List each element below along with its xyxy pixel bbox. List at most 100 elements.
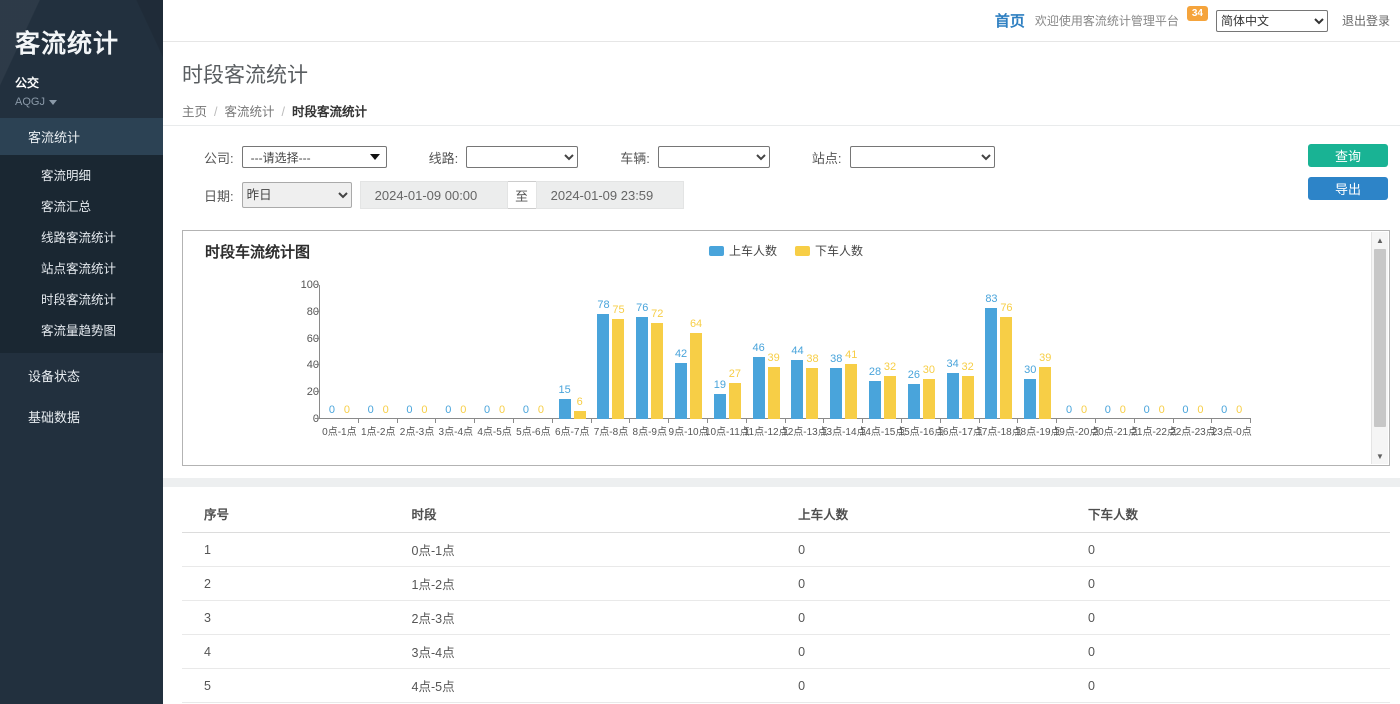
y-tick-mark [315,364,319,365]
bar-wrap: 78 [597,285,609,419]
x-category-label: 7点-8点 [594,423,628,438]
bar-wrap: 41 [845,285,857,419]
company-select[interactable]: ---请选择--- [242,146,387,168]
bar-value-label: 30 [1024,364,1036,376]
breadcrumb-item-0[interactable]: 主页 [182,105,207,119]
下车人数-bar[interactable] [651,323,663,419]
上车人数-bar[interactable] [597,314,609,419]
下车人数-bar[interactable] [923,379,935,419]
下车人数-bar[interactable] [845,364,857,419]
bar-group: 004点-5点 [475,285,514,419]
filter-chart-panel: 公司: ---请选择--- 线路: 车辆: 站点: 日期: 昨日 [163,126,1400,478]
bar-value-label: 44 [791,345,803,357]
table-cell: 2 [182,567,412,601]
export-button[interactable]: 导出 [1308,177,1388,200]
x-tick-mark [591,419,592,423]
上车人数-bar[interactable] [791,360,803,419]
bar-group: 003点-4点 [436,285,475,419]
filter-row-1: 公司: ---请选择--- 线路: 车辆: 站点: [204,144,1400,170]
上车人数-bar[interactable] [869,381,881,419]
y-tick-label: 100 [285,279,319,291]
language-select[interactable]: 简体中文 [1216,10,1328,32]
bar-value-label: 32 [962,361,974,373]
welcome-text: 欢迎使用客流统计管理平台 [1035,12,1179,29]
bar-value-label: 78 [597,299,609,311]
x-category-label: 2点-3点 [400,423,434,438]
breadcrumb-separator: / [282,105,285,119]
home-link[interactable]: 首页 [995,10,1025,31]
query-button[interactable]: 查询 [1308,144,1388,167]
org-code-dropdown[interactable]: AQGJ [15,96,163,108]
下车人数-bar[interactable] [884,376,896,419]
上车人数-bar[interactable] [559,399,571,419]
scrollbar-thumb[interactable] [1374,249,1386,427]
上车人数-bar[interactable] [947,373,959,419]
chart-scrollbar[interactable]: ▲ ▼ [1371,232,1388,464]
scroll-down-icon[interactable]: ▼ [1372,448,1388,464]
bar-value-label: 75 [612,304,624,316]
bar-wrap: 38 [830,285,842,419]
page-header: 时段客流统计 主页/客流统计/时段客流统计 [163,42,1400,126]
sidebar-item-2[interactable]: 线路客流统计 [0,221,163,252]
logout-link[interactable]: 退出登录 [1342,12,1390,29]
上车人数-bar[interactable] [675,363,687,419]
上车人数-bar[interactable] [1024,379,1036,419]
chart-title: 时段车流统计图 [205,241,310,262]
line-select[interactable] [466,146,578,168]
sidebar: 客流统计 公交 AQGJ 客流统计客流明细客流汇总线路客流统计站点客流统计时段客… [0,0,163,704]
station-select[interactable] [850,146,995,168]
sidebar-section-2[interactable]: 基础数据 [0,398,163,435]
vehicle-select[interactable] [658,146,770,168]
legend-label: 上车人数 [729,242,777,259]
上车人数-bar[interactable] [908,384,920,419]
bar-value-label: 0 [1159,404,1165,416]
上车人数-bar[interactable] [830,368,842,419]
sidebar-item-4[interactable]: 时段客流统计 [0,283,163,314]
sidebar-item-0[interactable]: 客流明细 [0,159,163,190]
scroll-up-icon[interactable]: ▲ [1372,232,1388,248]
下车人数-bar[interactable] [962,376,974,419]
x-category-label: 5点-6点 [516,423,550,438]
上车人数-bar[interactable] [714,394,726,419]
上车人数-bar[interactable] [636,317,648,419]
breadcrumb-item-1[interactable]: 客流统计 [225,105,275,119]
bar-value-label: 27 [729,368,741,380]
org-name: 公交 [15,74,163,91]
上车人数-bar[interactable] [985,308,997,419]
notification-badge[interactable]: 34 [1187,6,1208,21]
date-start-input[interactable] [360,181,508,209]
bar-value-label: 72 [651,308,663,320]
bar-group: 005点-6点 [514,285,553,419]
date-end-input[interactable] [536,181,684,209]
x-category-label: 3点-4点 [439,423,473,438]
sidebar-item-1[interactable]: 客流汇总 [0,190,163,221]
legend-item-0[interactable]: 上车人数 [709,242,777,259]
下车人数-bar[interactable] [768,367,780,419]
bar-wrap: 0 [1179,285,1191,419]
下车人数-bar[interactable] [1039,367,1051,419]
bar-wrap: 30 [1024,285,1036,419]
date-preset-select[interactable]: 昨日 [242,182,352,208]
下车人数-bar[interactable] [574,411,586,419]
bar-wrap: 30 [923,285,935,419]
bar-value-label: 0 [1066,404,1072,416]
下车人数-bar[interactable] [1000,317,1012,419]
bar-wrap: 34 [947,285,959,419]
x-tick-mark [397,419,398,423]
下车人数-bar[interactable] [690,333,702,419]
bar-wrap: 39 [1039,285,1051,419]
下车人数-bar[interactable] [806,368,818,419]
bar-wrap: 64 [690,285,702,419]
bar-groups: 000点-1点001点-2点002点-3点003点-4点004点-5点005点-… [320,285,1251,419]
sidebar-section-0[interactable]: 客流统计 [0,118,163,155]
下车人数-bar[interactable] [612,319,624,420]
legend-item-1[interactable]: 下车人数 [795,242,863,259]
bar-value-label: 0 [1120,404,1126,416]
bar-wrap: 0 [1117,285,1129,419]
sidebar-item-3[interactable]: 站点客流统计 [0,252,163,283]
sidebar-section-1[interactable]: 设备状态 [0,357,163,394]
上车人数-bar[interactable] [753,357,765,419]
bar-group: 0023点-0点 [1212,285,1251,419]
下车人数-bar[interactable] [729,383,741,419]
sidebar-item-5[interactable]: 客流量趋势图 [0,314,163,345]
